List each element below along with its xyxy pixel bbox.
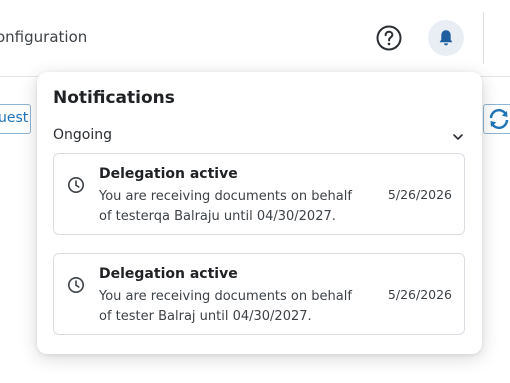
notification-body: You are receiving documents on behalf of… [99, 289, 352, 324]
notification-card[interactable]: Delegation active You are receiving docu… [53, 253, 465, 335]
header-divider [483, 12, 484, 64]
notifications-title: Notifications [53, 88, 175, 108]
help-circle-icon [376, 25, 402, 51]
notification-title: Delegation active [99, 266, 238, 282]
refresh-icon [489, 109, 509, 129]
notification-date: 5/26/2026 [387, 187, 452, 202]
notifications-bell-button[interactable] [428, 20, 464, 56]
notification-card[interactable]: Delegation active You are receiving docu… [53, 153, 465, 235]
clock-icon [68, 177, 84, 193]
request-link[interactable]: uest [0, 110, 28, 126]
section-label: Ongoing [53, 127, 112, 143]
notification-date: 5/26/2026 [387, 287, 452, 302]
help-button[interactable] [375, 24, 403, 52]
app-header: onfiguration [0, 0, 510, 77]
bell-icon [439, 30, 453, 46]
ongoing-section-toggle[interactable]: Ongoing [53, 126, 465, 148]
notification-body: You are receiving documents on behalf of… [99, 189, 352, 224]
notifications-popover: Notifications Ongoing Delegation active … [37, 72, 482, 354]
clock-icon [68, 277, 84, 293]
refresh-button[interactable] [483, 104, 510, 134]
page-title: onfiguration [0, 28, 88, 46]
chevron-down-icon [453, 134, 463, 140]
notification-title: Delegation active [99, 166, 238, 182]
